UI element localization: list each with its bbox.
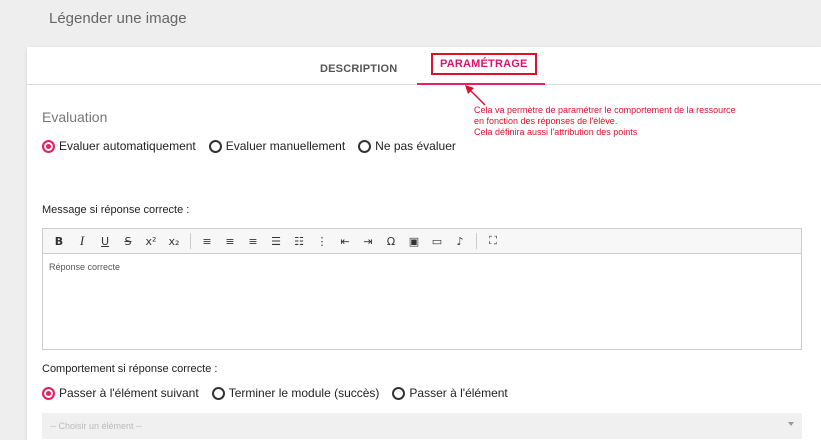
align-justify-icon[interactable]: ☰	[266, 231, 286, 251]
radio-label: Ne pas évaluer	[375, 139, 456, 153]
radio-ne-pas-evaluer[interactable]: Ne pas évaluer	[358, 139, 456, 153]
radio-checked-icon	[42, 386, 55, 400]
radio-passer-a-element[interactable]: Passer à l'élément	[392, 386, 508, 400]
settings-card: DESCRIPTION PARAMÉTRAGE Cela va permètre…	[27, 47, 821, 440]
element-select[interactable]: -- Choisir un élément --	[42, 413, 802, 439]
editor-content[interactable]: Réponse correcte	[43, 254, 801, 350]
bold-icon[interactable]: B	[49, 231, 69, 251]
radio-label: Evaluer automatiquement	[59, 139, 196, 153]
radio-passer-element-suivant[interactable]: Passer à l'élément suivant	[42, 386, 199, 400]
outdent-icon[interactable]: ⇤	[335, 231, 355, 251]
radio-checked-icon	[42, 139, 55, 153]
subscript-icon[interactable]: x₂	[164, 231, 184, 251]
radio-unchecked-icon	[211, 386, 225, 400]
chevron-down-icon	[788, 422, 794, 426]
toolbar-divider	[476, 233, 477, 249]
underline-icon[interactable]: U	[95, 231, 115, 251]
radio-unchecked-icon	[392, 386, 406, 400]
bullet-list-icon[interactable]: ☷	[289, 231, 309, 251]
radio-evaluer-automatiquement[interactable]: Evaluer automatiquement	[42, 139, 196, 153]
radio-label: Terminer le module (succès)	[228, 386, 380, 400]
strikethrough-icon[interactable]: S	[118, 231, 138, 251]
evaluation-radio-group: Evaluer automatiquement Evaluer manuelle…	[42, 139, 469, 153]
behavior-label: Comportement si réponse correcte :	[42, 363, 218, 375]
align-left-icon[interactable]: ≡	[197, 231, 217, 251]
radio-label: Passer à l'élément	[409, 386, 508, 400]
rich-text-editor: B I U S x² x₂ ≡ ≡ ≡ ☰ ☷ ⋮ ⇤ ⇥ Ω ▣ ▭ ♪ ⛶ …	[42, 228, 802, 350]
image-icon[interactable]: ▣	[404, 231, 424, 251]
radio-label: Passer à l'élément suivant	[59, 386, 199, 400]
radio-label: Evaluer manuellement	[225, 139, 346, 153]
annotation-note: Cela va permètre de paramétrer le compor…	[474, 105, 736, 137]
page-title: Légender une image	[49, 10, 187, 27]
italic-icon[interactable]: I	[72, 231, 92, 251]
evaluation-title: Evaluation	[42, 109, 108, 125]
radio-terminer-module[interactable]: Terminer le module (succès)	[211, 386, 380, 400]
radio-evaluer-manuellement[interactable]: Evaluer manuellement	[208, 139, 346, 153]
behavior-radio-group: Passer à l'élément suivant Terminer le m…	[42, 386, 521, 400]
special-char-icon[interactable]: Ω	[381, 231, 401, 251]
align-right-icon[interactable]: ≡	[243, 231, 263, 251]
audio-icon[interactable]: ♪	[450, 231, 470, 251]
radio-unchecked-icon	[358, 139, 372, 153]
select-placeholder: -- Choisir un élément --	[50, 421, 143, 431]
message-label: Message si réponse correcte :	[42, 204, 190, 216]
media-icon[interactable]: ▭	[427, 231, 447, 251]
superscript-icon[interactable]: x²	[141, 231, 161, 251]
align-center-icon[interactable]: ≡	[220, 231, 240, 251]
toolbar-divider	[190, 233, 191, 249]
fullscreen-icon[interactable]: ⛶	[483, 231, 503, 251]
indent-icon[interactable]: ⇥	[358, 231, 378, 251]
numbered-list-icon[interactable]: ⋮	[312, 231, 332, 251]
radio-unchecked-icon	[208, 139, 222, 153]
editor-toolbar: B I U S x² x₂ ≡ ≡ ≡ ☰ ☷ ⋮ ⇤ ⇥ Ω ▣ ▭ ♪ ⛶	[43, 229, 801, 254]
